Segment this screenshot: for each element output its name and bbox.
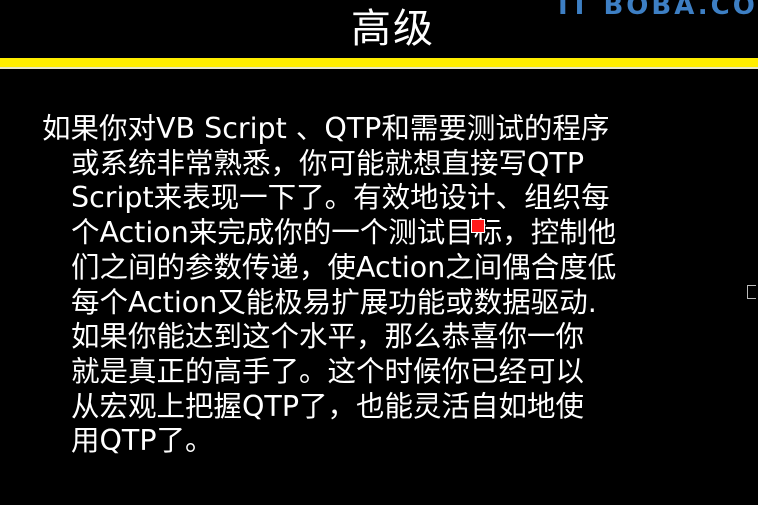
title-underline-bar [0,58,758,67]
body-line-7: 如果你能达到这个水平，那么恭喜你一你 [71,320,585,354]
body-line-9: 从宏观上把握QTP了，也能灵活自如地使 [71,389,585,423]
site-watermark: IT BOBA.COM [558,0,758,21]
body-line-2: 或系统非常熟悉，你可能就想直接写QTP [71,146,585,180]
title-underline-highlight [0,67,758,69]
body-line-6: 每个Action又能极易扩展功能或数据驱动. [71,285,597,319]
body-line-1: 如果你对VB Script 、QTP和需要测试的程序 [42,112,610,145]
laser-pointer-marker [471,219,485,233]
slide-body-text: 如果你对VB Script 、QTP和需要测试的程序 或系统非常熟悉，你可能就想… [42,112,742,459]
edge-bracket-mark [747,285,756,299]
body-line-5: 们之间的参数传递，使Action之间偶合度低 [71,250,617,284]
presentation-slide: 高级 IT BOBA.COM 如果你对VB Script 、QTP和需要测试的程… [0,0,758,505]
body-line-10: 用QTP了。 [71,424,214,458]
body-line-8: 就是真正的高手了。这个时候你已经可以 [71,354,585,388]
body-line-3: Script来表现一下了。有效地设计、组织每 [71,181,610,215]
body-line-4: 个Action来完成你的一个测试目标，控制他 [71,216,617,250]
